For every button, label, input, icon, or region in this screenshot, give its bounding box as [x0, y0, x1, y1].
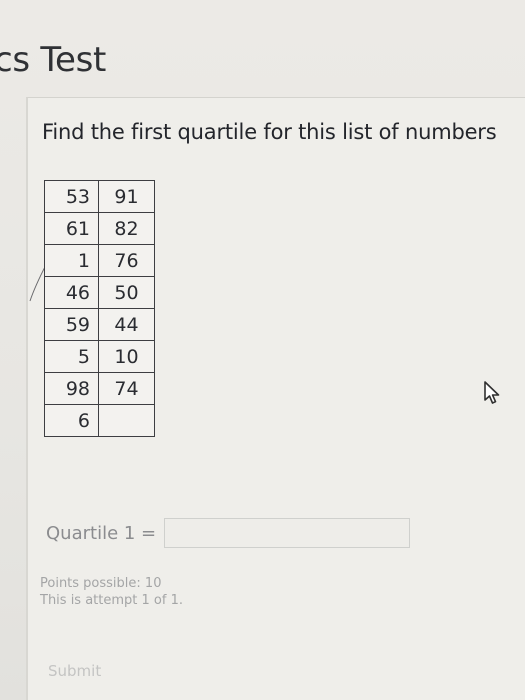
quiz-page: cs Test Find the first quartile for this…	[0, 0, 525, 700]
table-row: 61 82	[44, 212, 155, 245]
number-cell: 53	[44, 180, 99, 213]
number-cell: 10	[98, 340, 155, 373]
answer-row: Quartile 1 =	[46, 518, 411, 548]
table-row: 59 44	[44, 308, 155, 341]
numbers-table: 53 91 61 82 1 76 46 50 59 44 5 10 98 74 6	[44, 180, 155, 437]
question-prompt: Find the first quartile for this list of…	[42, 120, 497, 144]
number-cell: 6	[44, 404, 99, 437]
table-row: 98 74	[44, 372, 155, 405]
number-cell: 1	[44, 244, 99, 277]
number-cell: 5	[44, 340, 99, 373]
number-cell: 82	[98, 212, 155, 245]
number-cell: 50	[98, 276, 155, 309]
number-cell: 59	[44, 308, 99, 341]
mouse-pointer-icon	[484, 381, 500, 404]
quartile-input[interactable]	[164, 518, 411, 548]
table-row: 46 50	[44, 276, 155, 309]
number-cell: 74	[98, 372, 155, 405]
table-row: 53 91	[44, 180, 155, 213]
number-cell: 76	[98, 244, 155, 277]
table-row: 5 10	[44, 340, 155, 373]
number-cell: 61	[44, 212, 99, 245]
number-cell	[98, 404, 155, 437]
number-cell: 98	[44, 372, 99, 405]
number-cell: 44	[98, 308, 155, 341]
table-row: 6	[44, 404, 155, 437]
number-cell: 46	[44, 276, 99, 309]
page-title: cs Test	[0, 40, 107, 80]
quartile-label: Quartile 1 =	[46, 522, 157, 544]
table-row: 1 76	[44, 244, 155, 277]
attempt-info: Points possible: 10 This is attempt 1 of…	[40, 575, 183, 609]
number-cell: 91	[98, 180, 155, 213]
submit-button[interactable]: Submit	[40, 655, 130, 687]
attempt-count: This is attempt 1 of 1.	[40, 593, 183, 608]
points-possible: Points possible: 10	[40, 576, 162, 591]
